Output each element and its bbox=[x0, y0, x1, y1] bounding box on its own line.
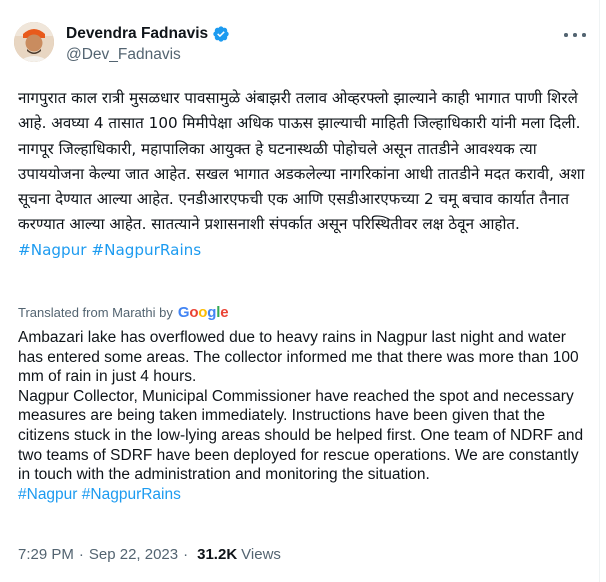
avatar[interactable] bbox=[14, 22, 54, 62]
hashtag-row: #Nagpur #NagpurRains bbox=[18, 238, 588, 263]
tweet-date[interactable]: Sep 22, 2023 bbox=[89, 546, 178, 563]
translation-paragraph: Ambazari lake has overflowed due to heav… bbox=[18, 329, 579, 386]
hashtag-nagpurrains[interactable]: #NagpurRains bbox=[91, 241, 201, 259]
meta-separator: · bbox=[78, 546, 84, 563]
display-name[interactable]: Devendra Fadnavis bbox=[66, 25, 208, 43]
tweet-meta: 7:29 PM · Sep 22, 2023 · 31.2K Views bbox=[18, 546, 281, 563]
author-handle[interactable]: @Dev_Fadnavis bbox=[66, 46, 230, 64]
tweet-translation: Ambazari lake has overflowed due to heav… bbox=[18, 328, 588, 504]
more-options-icon[interactable] bbox=[564, 28, 586, 42]
translation-attribution: Translated from Marathi by Google bbox=[18, 304, 229, 321]
hashtag-nagpurrains[interactable]: #NagpurRains bbox=[82, 486, 181, 503]
original-paragraph: नागपूर जिल्हाधिकारी, महापालिका आयुक्त हे… bbox=[18, 139, 585, 234]
hashtag-nagpur[interactable]: #Nagpur bbox=[18, 486, 77, 503]
views-count: 31.2K bbox=[197, 546, 238, 563]
translated-label: Translated from Marathi by bbox=[18, 305, 173, 320]
hashtag-nagpur[interactable]: #Nagpur bbox=[18, 241, 87, 259]
tweet-original-text: नागपुरात काल रात्री मुसळधार पावसामुळे अं… bbox=[18, 86, 588, 263]
meta-separator: · bbox=[183, 546, 189, 563]
translation-paragraph: Nagpur Collector, Municipal Commissioner… bbox=[18, 387, 584, 484]
verified-badge-icon bbox=[213, 26, 229, 42]
google-logo: Google bbox=[177, 304, 229, 321]
translation-hashtag-row: #Nagpur #NagpurRains bbox=[18, 485, 588, 505]
tweet-card: Devendra Fadnavis @Dev_Fadnavis नागपुरात… bbox=[0, 0, 600, 582]
views-label: Views bbox=[241, 546, 281, 563]
tweet-header: Devendra Fadnavis @Dev_Fadnavis bbox=[14, 22, 594, 74]
original-paragraph: नागपुरात काल रात्री मुसळधार पावसामुळे अं… bbox=[18, 89, 581, 133]
author-info: Devendra Fadnavis @Dev_Fadnavis bbox=[66, 24, 230, 64]
tweet-time[interactable]: 7:29 PM bbox=[18, 546, 74, 563]
